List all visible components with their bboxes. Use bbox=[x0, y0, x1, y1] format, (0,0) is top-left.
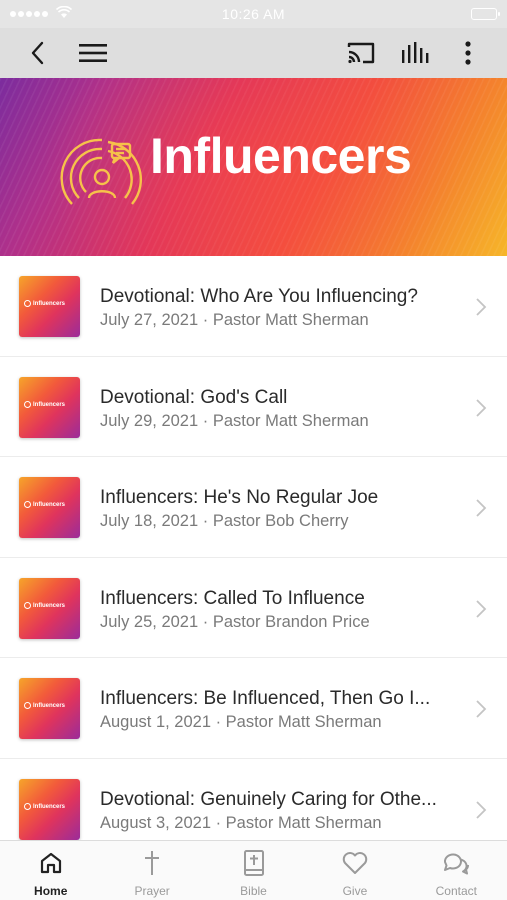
tab-home[interactable]: Home bbox=[0, 841, 101, 900]
item-subtitle: July 29, 2021 · Pastor Matt Sherman bbox=[100, 411, 369, 430]
thumbnail: Influencers bbox=[19, 477, 80, 538]
banner-title: Influencers bbox=[150, 128, 412, 184]
cross-icon bbox=[145, 851, 160, 875]
more-vertical-icon bbox=[465, 41, 471, 65]
hamburger-icon bbox=[79, 44, 107, 62]
item-title: Devotional: God's Call bbox=[100, 386, 288, 408]
item-title: Devotional: Genuinely Caring for Othe... bbox=[100, 788, 437, 810]
item-subtitle: July 27, 2021 · Pastor Matt Sherman bbox=[100, 311, 369, 329]
toolbar bbox=[0, 28, 507, 78]
tab-label: Prayer bbox=[134, 884, 170, 898]
menu-button[interactable] bbox=[74, 34, 112, 72]
tab-label: Bible bbox=[240, 884, 267, 898]
chevron-right-icon bbox=[476, 398, 487, 417]
tab-prayer[interactable]: Prayer bbox=[101, 841, 202, 900]
status-bar: 10:26 AM bbox=[0, 0, 507, 28]
home-icon bbox=[40, 852, 61, 874]
item-title: Influencers: He's No Regular Joe bbox=[100, 487, 379, 508]
chevron-right-icon bbox=[476, 298, 487, 316]
item-subtitle: August 3, 2021 · Pastor Matt Sherman bbox=[100, 813, 382, 832]
chevron-right-icon bbox=[476, 499, 487, 517]
tab-contact[interactable]: Contact bbox=[406, 841, 507, 900]
item-title: Influencers: Be Influenced, Then Go I... bbox=[100, 688, 431, 709]
tab-bible[interactable]: Bible bbox=[203, 841, 304, 900]
bible-icon bbox=[243, 850, 264, 876]
item-title: Influencers: Called To Influence bbox=[100, 587, 365, 609]
chat-bubbles-icon bbox=[444, 853, 470, 875]
thumbnail: Influencers bbox=[19, 778, 80, 840]
audio-bars-icon bbox=[402, 42, 429, 63]
influencer-logo-icon bbox=[60, 138, 143, 205]
thumbnail: Influencers bbox=[19, 678, 80, 739]
tab-label: Give bbox=[342, 884, 368, 898]
battery-icon bbox=[471, 8, 500, 20]
list-item[interactable]: Influencers Influencers: Called To Influ… bbox=[0, 557, 507, 658]
back-button[interactable] bbox=[18, 34, 56, 72]
list-item[interactable]: Influencers Influencers: He's No Regular… bbox=[0, 457, 507, 558]
list-item[interactable]: Influencers Devotional: Who Are You Infl… bbox=[0, 256, 507, 357]
message-list: Influencers Devotional: Who Are You Infl… bbox=[0, 256, 507, 859]
list-item[interactable]: Influencers Devotional: God's Call July … bbox=[0, 356, 507, 457]
status-time: 10:26 AM bbox=[221, 6, 286, 22]
chevron-right-icon bbox=[476, 700, 487, 718]
item-subtitle: July 18, 2021 · Pastor Bob Cherry bbox=[100, 512, 349, 530]
chevron-left-icon bbox=[31, 41, 44, 65]
tab-bar: Home Prayer Bible Give Contact bbox=[0, 840, 507, 900]
list-item[interactable]: Influencers Influencers: Be Influenced, … bbox=[0, 658, 507, 759]
tab-label: Home bbox=[34, 884, 68, 898]
chevron-right-icon bbox=[476, 599, 487, 618]
heart-icon bbox=[342, 852, 368, 874]
audio-button[interactable] bbox=[396, 34, 434, 72]
thumbnail: Influencers bbox=[19, 376, 80, 438]
cast-button[interactable] bbox=[342, 34, 380, 72]
thumbnail: Influencers bbox=[19, 276, 80, 337]
item-title: Devotional: Who Are You Influencing? bbox=[100, 286, 418, 307]
cast-icon bbox=[347, 42, 375, 64]
thumbnail: Influencers bbox=[19, 577, 80, 639]
chevron-right-icon bbox=[476, 800, 487, 819]
more-button[interactable] bbox=[449, 34, 487, 72]
tab-label: Contact bbox=[435, 884, 477, 898]
item-subtitle: August 1, 2021 · Pastor Matt Sherman bbox=[100, 713, 382, 731]
series-banner: Influencers bbox=[0, 78, 507, 256]
tab-give[interactable]: Give bbox=[304, 841, 405, 900]
item-subtitle: July 25, 2021 · Pastor Brandon Price bbox=[100, 612, 370, 631]
